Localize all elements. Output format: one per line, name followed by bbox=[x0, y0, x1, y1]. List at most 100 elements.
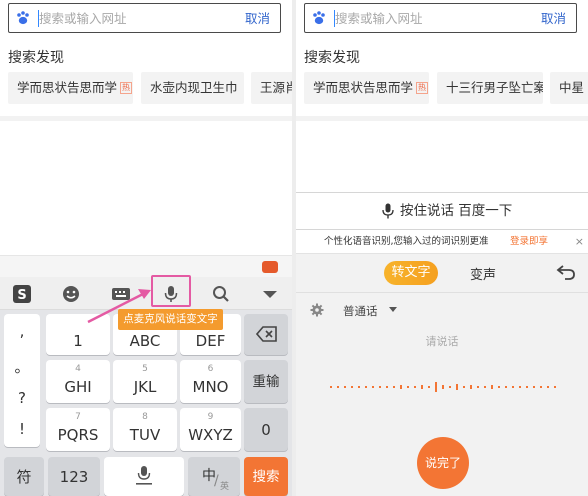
key-label: JKL bbox=[133, 378, 157, 396]
tab-voice-changer[interactable]: 变声 bbox=[470, 264, 496, 283]
discover-title: 搜索发现 bbox=[304, 50, 360, 66]
key-label: PQRS bbox=[57, 426, 99, 444]
waveform-icon bbox=[330, 382, 556, 392]
backspace-icon bbox=[256, 326, 277, 342]
key-label: MNO bbox=[192, 378, 229, 396]
punct-key[interactable]: ! bbox=[4, 420, 40, 438]
personalization-notice: 个性化语音识别,您输入过的词识别更准 登录即享 × bbox=[296, 231, 588, 253]
key-label: WXYZ bbox=[188, 426, 233, 444]
search-bar[interactable]: 搜索或输入网址 取消 bbox=[304, 3, 577, 33]
tabs-divider bbox=[296, 292, 588, 293]
zero-key[interactable]: 0 bbox=[244, 408, 288, 451]
key-label: TUV bbox=[129, 426, 161, 444]
key-digit: 5 bbox=[142, 364, 148, 374]
language-selector[interactable]: 普通话 bbox=[343, 303, 378, 319]
search-input[interactable]: 搜索或输入网址 bbox=[335, 10, 423, 27]
key-label: 0 bbox=[261, 421, 271, 439]
key-label: 搜索 bbox=[252, 469, 280, 485]
chip-label: 中星 bbox=[559, 80, 585, 95]
search-key[interactable]: 搜索 bbox=[244, 457, 288, 496]
chip-label: 水壶内现卫生巾 bbox=[150, 80, 238, 95]
svg-text:S: S bbox=[17, 288, 26, 303]
keyboard-top-strip bbox=[0, 255, 292, 277]
punct-key[interactable]: , bbox=[4, 322, 40, 340]
microphone-highlight bbox=[151, 275, 191, 307]
login-link[interactable]: 登录即享 bbox=[510, 231, 548, 253]
key-jkl[interactable]: 5 JKL bbox=[113, 360, 177, 403]
hold-to-talk-button[interactable]: 按住说话 百度一下 bbox=[296, 192, 588, 230]
keyboard-icon[interactable] bbox=[111, 284, 131, 304]
key-label: 重输 bbox=[252, 374, 280, 390]
key-digit: 6 bbox=[207, 364, 214, 374]
chip-label: 十三行男子坠亡案 bbox=[446, 80, 543, 95]
chevron-down-icon bbox=[389, 307, 397, 312]
close-icon[interactable]: × bbox=[575, 231, 584, 253]
section-divider bbox=[0, 116, 292, 121]
microphone-icon bbox=[382, 203, 394, 219]
search-bar[interactable]: 搜索或输入网址 取消 bbox=[8, 3, 281, 33]
discover-chip[interactable]: 中星 bbox=[550, 72, 588, 104]
key-label-alt: 英 bbox=[220, 482, 230, 492]
chip-label: 学而思状告思而学 bbox=[313, 80, 414, 95]
collapse-icon[interactable] bbox=[260, 284, 280, 304]
search-input[interactable]: 搜索或输入网址 bbox=[39, 10, 127, 27]
gear-icon[interactable] bbox=[310, 303, 324, 317]
keyboard: , 。 ? ! 1 2ABC 3DEF 4GHI 5JKL 6MNO 重输 7P… bbox=[0, 310, 292, 496]
emoji-icon[interactable] bbox=[61, 284, 81, 304]
cancel-button[interactable]: 取消 bbox=[245, 10, 270, 27]
speak-hint: 请说话 bbox=[425, 335, 459, 348]
key-ghi[interactable]: 4 GHI bbox=[46, 360, 110, 403]
symbol-key[interactable]: 符 bbox=[4, 457, 44, 496]
retype-key[interactable]: 重输 bbox=[244, 360, 288, 403]
discover-chip[interactable]: 水壶内现卫生巾 bbox=[141, 72, 244, 104]
punct-key[interactable]: 。 bbox=[4, 356, 40, 377]
search-icon[interactable] bbox=[211, 284, 231, 304]
key-label: 符 bbox=[16, 468, 32, 486]
key-label: 123 bbox=[59, 468, 89, 486]
key-label: 1 bbox=[73, 332, 83, 350]
mascot-icon[interactable] bbox=[262, 261, 278, 273]
done-speaking-button[interactable]: 说完了 bbox=[417, 437, 469, 489]
microphone-icon bbox=[136, 466, 152, 485]
key-digit: 7 bbox=[75, 412, 81, 422]
key-wxyz[interactable]: 9 WXYZ bbox=[180, 408, 241, 451]
key-digit: 4 bbox=[75, 364, 81, 374]
notice-text: 个性化语音识别,您输入过的词识别更准 bbox=[324, 236, 489, 247]
cancel-button[interactable]: 取消 bbox=[541, 10, 566, 27]
discover-chip[interactable]: 王源肖战 bbox=[251, 72, 292, 104]
key-label: DEF bbox=[195, 332, 226, 350]
number-key[interactable]: 123 bbox=[48, 457, 100, 496]
hold-to-talk-label: 按住说话 百度一下 bbox=[400, 203, 513, 219]
backspace-key[interactable] bbox=[244, 314, 288, 355]
discover-chip[interactable]: 学而思状告思而学热 bbox=[8, 72, 133, 104]
keyboard-toolbar: S bbox=[0, 277, 292, 310]
key-label: GHI bbox=[64, 378, 92, 396]
hot-badge: 热 bbox=[120, 82, 133, 94]
key-1[interactable]: 1 bbox=[46, 314, 110, 355]
punctuation-column[interactable]: , 。 ? ! bbox=[4, 314, 40, 447]
section-divider bbox=[296, 116, 588, 121]
key-tuv[interactable]: 8 TUV bbox=[113, 408, 177, 451]
key-pqrs[interactable]: 7 PQRS bbox=[46, 408, 110, 451]
left-screen: 搜索或输入网址 取消 搜索发现 学而思状告思而学热 水壶内现卫生巾 王源肖战 S… bbox=[0, 0, 292, 496]
back-icon[interactable] bbox=[556, 264, 576, 280]
tab-speech-to-text[interactable]: 转文字 bbox=[384, 261, 438, 285]
chip-label: 王源肖战 bbox=[260, 80, 292, 95]
discover-chip[interactable]: 十三行男子坠亡案 bbox=[437, 72, 543, 104]
discover-title: 搜索发现 bbox=[8, 50, 64, 66]
key-digit: 8 bbox=[142, 412, 148, 422]
hot-badge: 热 bbox=[416, 82, 429, 94]
language-switch-key[interactable]: 中 / 英 bbox=[188, 457, 240, 496]
right-screen: 搜索或输入网址 取消 搜索发现 学而思状告思而学热 十三行男子坠亡案 中星 按住… bbox=[296, 0, 588, 496]
key-mno[interactable]: 6 MNO bbox=[180, 360, 241, 403]
punct-key[interactable]: ? bbox=[4, 389, 40, 407]
baidu-paw-icon bbox=[17, 11, 29, 25]
space-voice-key[interactable] bbox=[104, 457, 184, 496]
sogou-logo-icon[interactable]: S bbox=[12, 284, 32, 304]
key-digit: 9 bbox=[207, 412, 214, 422]
chip-label: 学而思状告思而学 bbox=[17, 80, 118, 95]
baidu-paw-icon bbox=[313, 11, 325, 25]
discover-chip[interactable]: 学而思状告思而学热 bbox=[304, 72, 429, 104]
voice-tooltip: 点麦克风说话变文字 bbox=[118, 309, 223, 330]
key-label: ABC bbox=[129, 332, 161, 350]
